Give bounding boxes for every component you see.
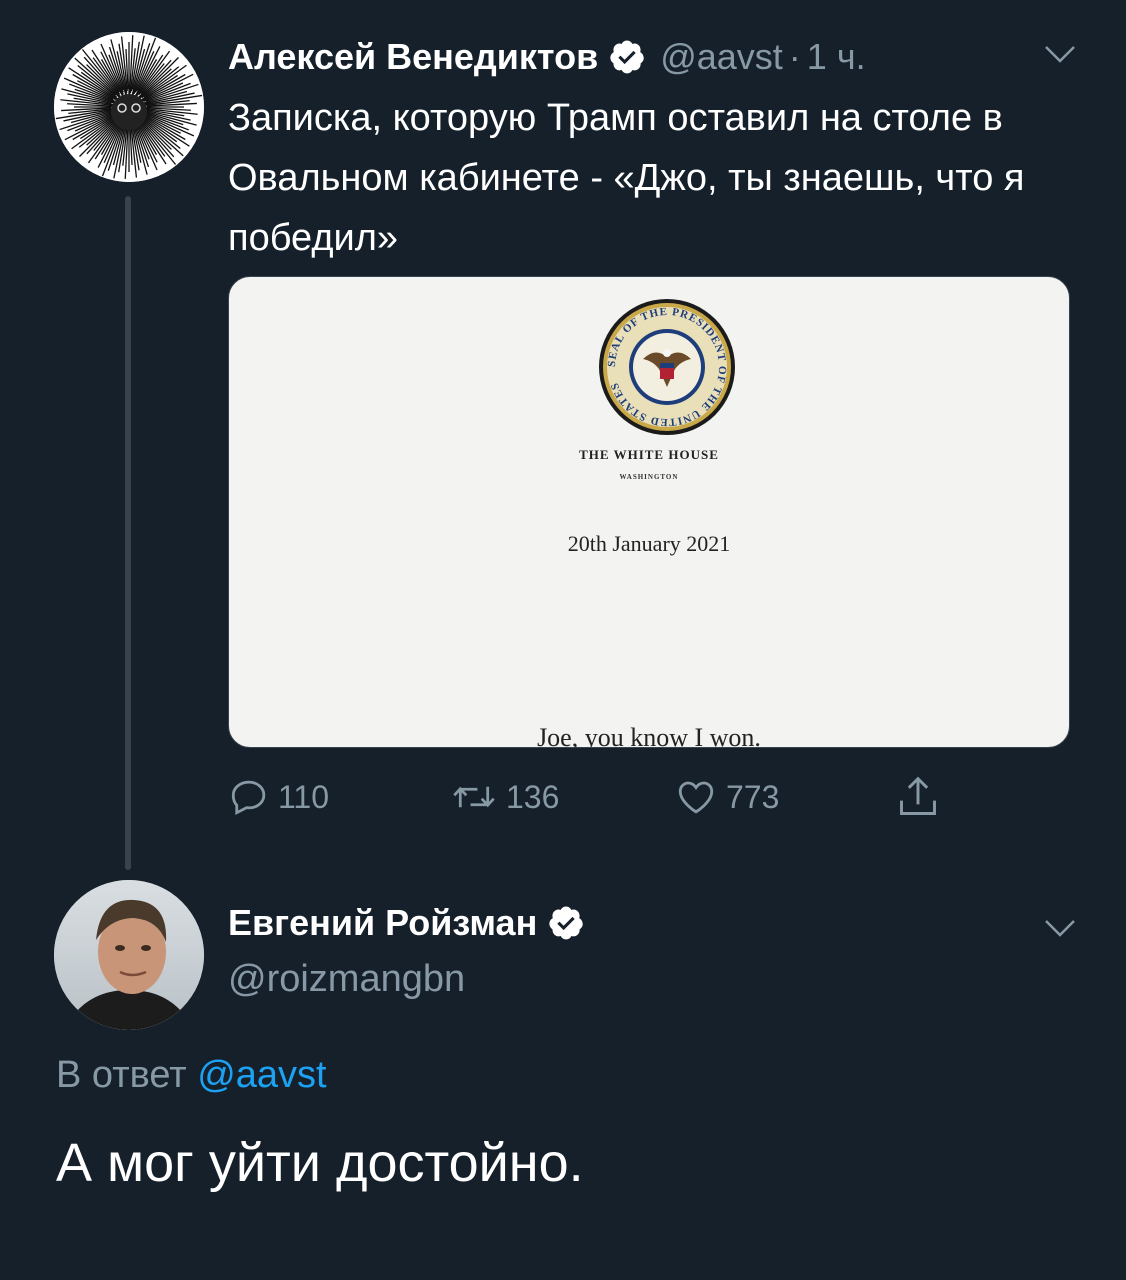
retweet-icon xyxy=(453,786,495,808)
author-handle[interactable]: @aavst xyxy=(660,36,783,78)
verified-badge-icon xyxy=(610,40,644,74)
avatar-starburst-image xyxy=(54,32,204,182)
reply-mention-link[interactable]: @aavst xyxy=(197,1054,326,1096)
author-name[interactable]: Евгений Ройзман xyxy=(228,902,537,944)
chevron-down-icon[interactable] xyxy=(1042,42,1078,66)
like-count: 773 xyxy=(726,778,780,815)
tweet2-header: Евгений Ройзман xyxy=(228,902,585,944)
thread-connector-line xyxy=(125,196,131,870)
tweet-action-bar: 110 136 773 xyxy=(228,772,968,822)
author-avatar-venediktov[interactable] xyxy=(54,32,204,182)
separator-dot: · xyxy=(788,36,801,77)
retweet-count: 136 xyxy=(506,778,560,815)
avatar-portrait-image xyxy=(54,880,204,1030)
letterhead-subtitle: WASHINGTON xyxy=(619,473,679,481)
reply-context: В ответ @aavst xyxy=(56,1054,327,1097)
tweet-media-image[interactable]: SEAL OF THE PRESIDENT OF THE UNITED STAT… xyxy=(228,276,1070,748)
share-icon xyxy=(900,776,936,815)
tweet2-text: А мог уйти достойно. xyxy=(56,1133,584,1193)
reply-button[interactable]: 110 xyxy=(228,776,329,818)
letter-note: Joe, you know I won. xyxy=(537,723,761,748)
tweet1-header: Алексей Венедиктов @aavst · 1 ч. xyxy=(228,32,866,82)
chevron-down-icon[interactable] xyxy=(1042,916,1078,940)
share-button[interactable] xyxy=(896,772,940,822)
reply-count: 110 xyxy=(278,778,330,815)
letterhead-title: THE WHITE HOUSE xyxy=(579,447,719,462)
author-handle[interactable]: @roizmangbn xyxy=(228,958,465,1001)
letter-date: 20th January 2021 xyxy=(567,531,731,556)
author-name[interactable]: Алексей Венедиктов xyxy=(228,36,598,78)
presidential-seal-image: SEAL OF THE PRESIDENT OF THE UNITED STAT… xyxy=(599,299,735,435)
author-avatar-roizman[interactable] xyxy=(54,880,204,1030)
reply-icon xyxy=(231,780,266,816)
verified-badge-icon xyxy=(549,906,584,940)
retweet-button[interactable]: 136 xyxy=(450,776,559,818)
reply-prefix: В ответ xyxy=(56,1054,187,1096)
tweet-timestamp[interactable]: 1 ч. xyxy=(807,36,866,78)
like-icon xyxy=(678,781,714,814)
like-button[interactable]: 773 xyxy=(674,776,779,818)
tweet1-text: Записка, которую Трамп оставил на столе … xyxy=(228,97,1025,259)
